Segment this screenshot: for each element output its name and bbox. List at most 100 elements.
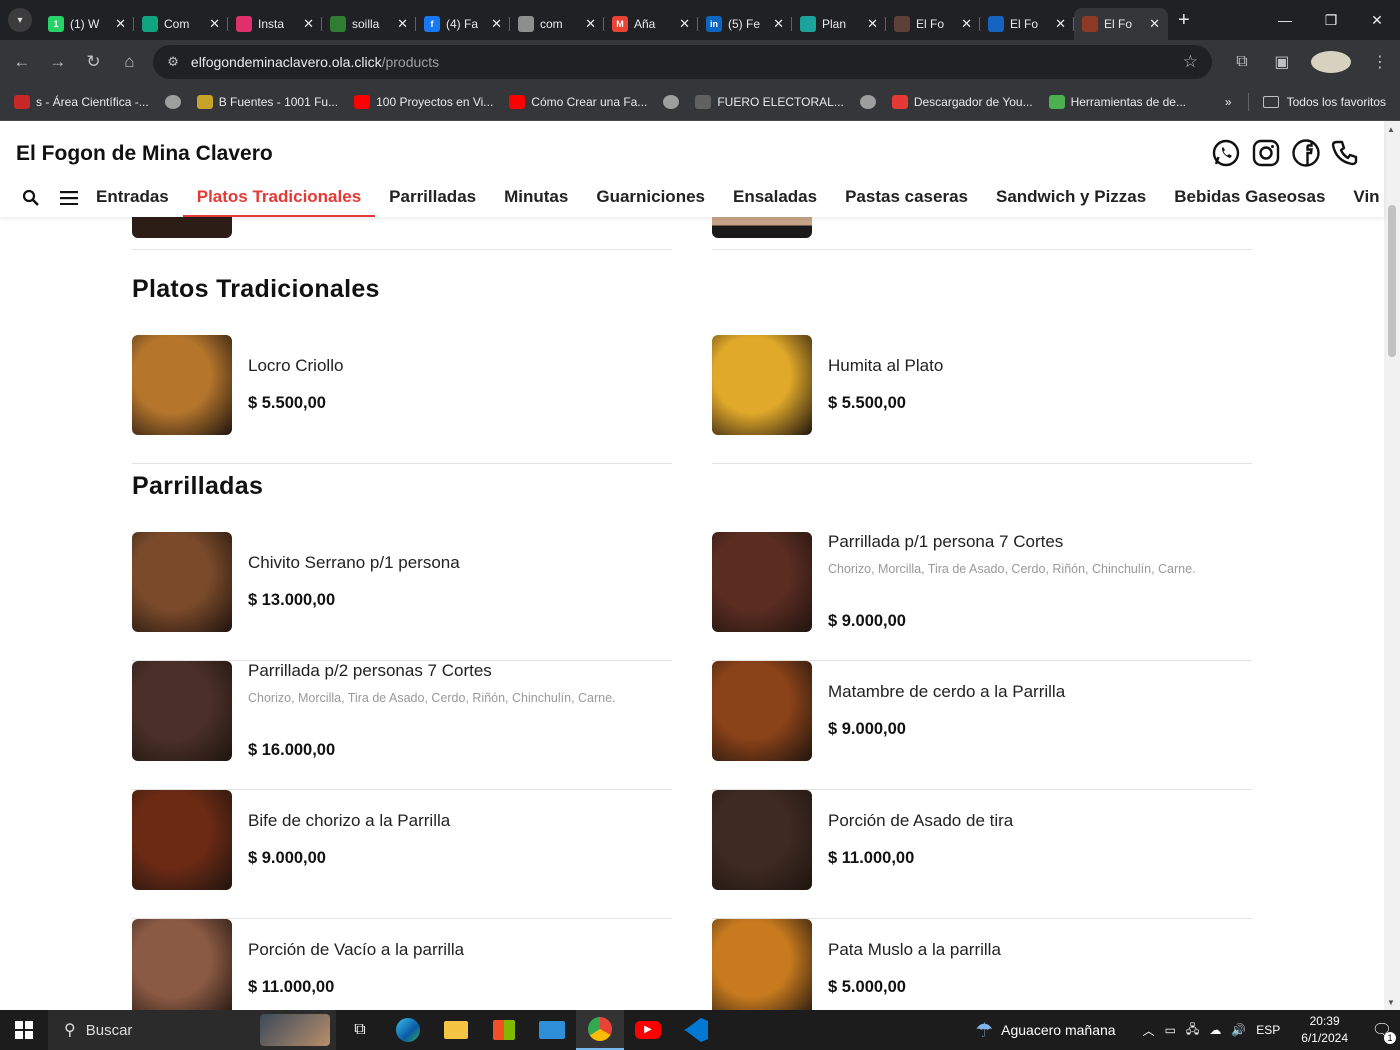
close-tab-icon[interactable]: ✕ [209, 16, 220, 32]
forward-icon[interactable]: → [40, 52, 76, 72]
language-indicator[interactable]: ESP [1256, 1023, 1280, 1037]
scroll-up-icon[interactable]: ▲ [1387, 125, 1395, 134]
category-tab[interactable]: Entradas [82, 178, 183, 217]
product-item[interactable]: Parrillada p/2 personas 7 Cortes Chorizo,… [132, 661, 672, 790]
browser-tab[interactable]: f (4) Fa ✕ [416, 8, 510, 40]
bookmark-item[interactable]: s - Área Científica -... [14, 95, 149, 109]
onedrive-icon[interactable]: ☁ [1209, 1023, 1221, 1037]
browser-tab[interactable]: El Fo ✕ [980, 8, 1074, 40]
chrome-taskbar-icon[interactable] [576, 1010, 624, 1050]
phone-icon[interactable] [1326, 138, 1366, 168]
taskbar-search[interactable]: ⚲ Buscar [48, 1010, 336, 1050]
restore-icon[interactable]: ❐ [1308, 0, 1354, 40]
category-tab[interactable]: Pastas caseras [831, 178, 982, 217]
category-tab[interactable]: Parrilladas [375, 178, 490, 217]
instagram-icon[interactable] [1246, 138, 1286, 168]
bookmark-item[interactable]: Cómo Crear una Fa... [509, 95, 647, 109]
category-tab[interactable]: Sandwich y Pizzas [982, 178, 1160, 217]
chrome-menu-icon[interactable]: ⋮ [1360, 52, 1400, 72]
browser-tab[interactable]: soilla ✕ [322, 8, 416, 40]
product-item[interactable]: Matambre de cerdo a la Parrilla $ 9.000,0… [712, 661, 1252, 790]
address-bar[interactable]: ⚙ elfogondeminaclavero.ola.click/product… [153, 45, 1212, 79]
facebook-icon[interactable] [1286, 138, 1326, 168]
browser-tab[interactable]: in (5) Fe ✕ [698, 8, 792, 40]
whatsapp-icon[interactable] [1206, 138, 1246, 168]
close-tab-icon[interactable]: ✕ [115, 16, 126, 32]
close-tab-icon[interactable]: ✕ [397, 16, 408, 32]
browser-tab[interactable]: El Fo ✕ [886, 8, 980, 40]
close-tab-icon[interactable]: ✕ [961, 16, 972, 32]
close-tab-icon[interactable]: ✕ [679, 16, 690, 32]
back-icon[interactable]: ← [4, 52, 40, 72]
bookmark-item[interactable]: 100 Proyectos en Vi... [354, 95, 493, 109]
meet-icon[interactable]: ▭ [1165, 1023, 1176, 1037]
bookmark-item[interactable] [164, 95, 181, 109]
task-view-icon[interactable]: ⧉ [336, 1010, 384, 1050]
browser-tab[interactable]: El Fo ✕ [1074, 8, 1168, 40]
bookmark-star-icon[interactable]: ☆ [1183, 52, 1198, 72]
browser-tab[interactable]: 1 (1) W ✕ [40, 8, 134, 40]
close-tab-icon[interactable]: ✕ [491, 16, 502, 32]
category-tab[interactable]: Guarniciones [582, 178, 719, 217]
product-item[interactable]: Parrillada p/1 persona 7 Cortes Chorizo, … [712, 532, 1252, 661]
product-item[interactable]: Chivito Serrano p/1 persona $ 13.000,00 [132, 532, 672, 661]
close-tab-icon[interactable]: ✕ [867, 16, 878, 32]
weather-widget[interactable]: ☂ Aguacero mañana [975, 1018, 1115, 1043]
category-tab[interactable]: Ensaladas [719, 178, 831, 217]
close-tab-icon[interactable]: ✕ [1149, 16, 1160, 32]
bookmark-item[interactable]: Descargador de You... [891, 95, 1033, 109]
all-bookmarks-button[interactable]: Todos los favoritos [1262, 95, 1386, 109]
store-icon[interactable] [480, 1010, 528, 1050]
product-item[interactable]: Porción de Vacío a la parrilla $ 11.000,0… [132, 919, 672, 1010]
start-button[interactable] [0, 1010, 48, 1050]
bookmark-item[interactable]: B Fuentes - 1001 Fu... [196, 95, 338, 109]
product-item[interactable]: Bife de chorizo a la Parrilla $ 9.000,00 [132, 790, 672, 919]
browser-tab[interactable]: M Aña ✕ [604, 8, 698, 40]
youtube-icon[interactable]: ▶ [624, 1010, 672, 1050]
new-tab-button[interactable]: + [1178, 9, 1190, 32]
extensions-icon[interactable]: ⧉ [1222, 53, 1262, 71]
product-item[interactable]: Porción de Asado de tira $ 11.000,00 [712, 790, 1252, 919]
category-tab[interactable]: Vin [1339, 178, 1384, 217]
scrollbar-thumb[interactable] [1388, 205, 1396, 357]
close-tab-icon[interactable]: ✕ [585, 16, 596, 32]
network-icon[interactable]: 🖧 [1186, 1020, 1199, 1041]
vscode-icon[interactable] [672, 1010, 720, 1050]
profile-avatar[interactable] [1310, 51, 1351, 73]
product-item[interactable]: Pata Muslo a la parrilla $ 5.000,00 [712, 919, 1252, 1010]
volume-icon[interactable]: 🔊 [1231, 1023, 1246, 1037]
site-info-icon[interactable]: ⚙ [167, 54, 179, 70]
category-tab[interactable]: Minutas [490, 178, 582, 217]
category-tab[interactable]: Platos Tradicionales [182, 178, 376, 217]
hamburger-menu-icon[interactable] [60, 190, 78, 205]
close-tab-icon[interactable]: ✕ [303, 16, 314, 32]
product-item[interactable]: Locro Criollo $ 5.500,00 [132, 335, 672, 464]
search-icon[interactable] [22, 189, 40, 207]
chevron-up-icon[interactable]: ︿ [1143, 1022, 1155, 1039]
reload-icon[interactable]: ↻ [76, 52, 112, 72]
product-item[interactable]: Humita al Plato $ 5.500,00 [712, 335, 1252, 464]
minimize-icon[interactable]: — [1262, 0, 1308, 40]
close-tab-icon[interactable]: ✕ [773, 16, 784, 32]
bookmark-item[interactable]: FUERO ELECTORAL... [695, 95, 844, 109]
file-explorer-icon[interactable] [432, 1010, 480, 1050]
bookmark-item[interactable] [663, 95, 680, 109]
close-tab-icon[interactable]: ✕ [1055, 16, 1066, 32]
mail-icon[interactable] [528, 1010, 576, 1050]
browser-tab[interactable]: com ✕ [510, 8, 604, 40]
tab-search-button[interactable]: ▾ [8, 8, 32, 32]
bookmarks-overflow-icon[interactable]: » [1225, 95, 1232, 109]
notification-center-icon[interactable]: 🗨 1 [1364, 1020, 1400, 1044]
bookmark-item[interactable] [859, 95, 876, 109]
clock[interactable]: 20:39 6/1/2024 [1301, 1013, 1348, 1047]
scroll-down-icon[interactable]: ▼ [1387, 998, 1395, 1007]
edge-icon[interactable] [384, 1010, 432, 1050]
bookmark-item[interactable]: Herramientas de de... [1048, 95, 1186, 109]
close-window-icon[interactable]: ✕ [1354, 0, 1400, 40]
side-panel-icon[interactable]: ▣ [1262, 52, 1302, 72]
browser-tab[interactable]: Plan ✕ [792, 8, 886, 40]
browser-tab[interactable]: Com ✕ [134, 8, 228, 40]
browser-tab[interactable]: Insta ✕ [228, 8, 322, 40]
category-tab[interactable]: Bebidas Gaseosas [1160, 178, 1339, 217]
page-scrollbar[interactable]: ▲ ▼ [1384, 121, 1400, 1010]
